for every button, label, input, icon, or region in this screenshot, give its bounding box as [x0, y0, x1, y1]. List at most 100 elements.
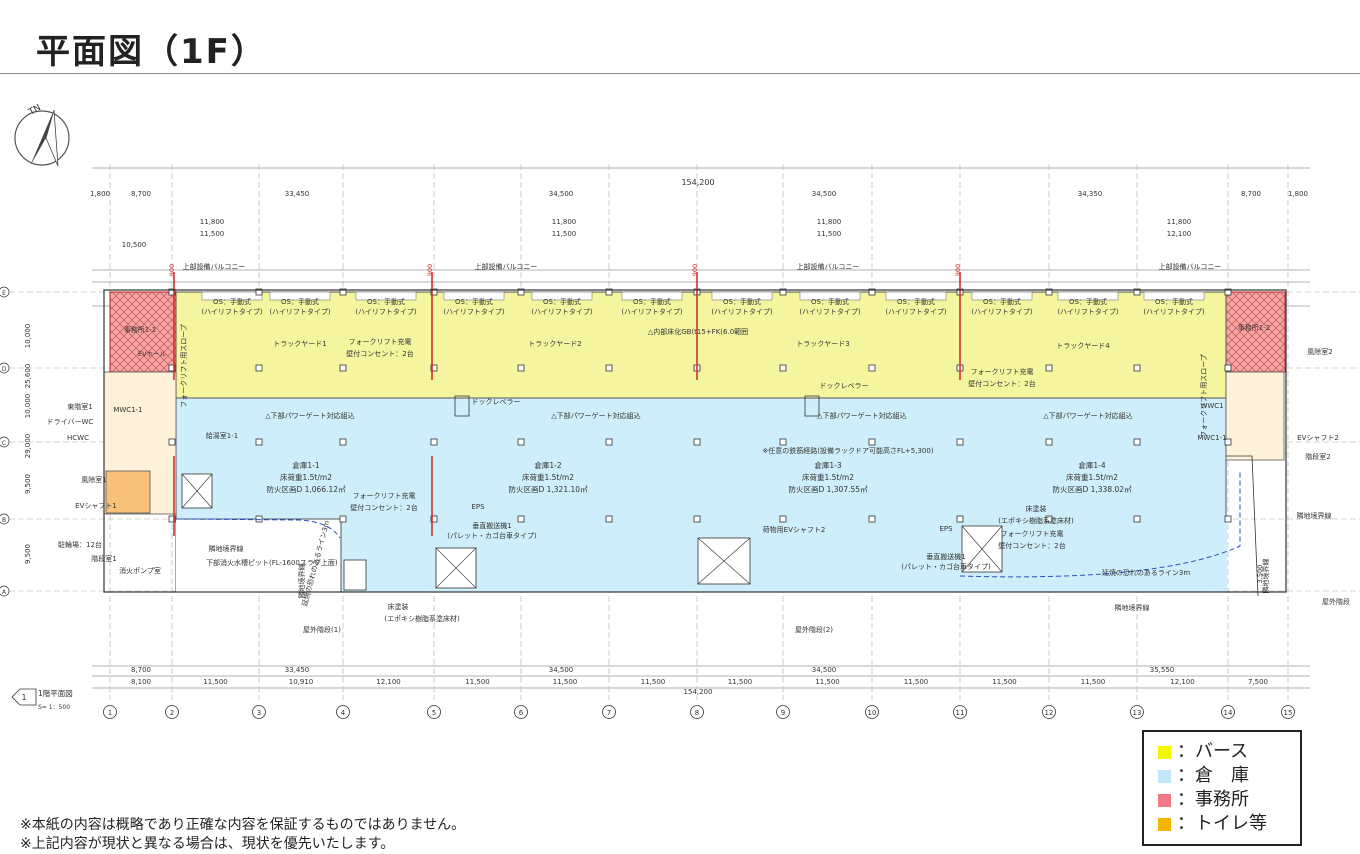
- warehouse-area: 防火区画D 1,066.12㎡: [266, 484, 346, 494]
- dim-bottom-2: 12,100: [1170, 678, 1195, 686]
- berth-sub: (ハイリフトタイプ): [443, 307, 505, 316]
- wall-dim: 900: [168, 264, 176, 276]
- driver-wc-label: ドライバーWC: [47, 418, 94, 426]
- berth-label: OS：手動式: [543, 297, 581, 306]
- power-gate-label: △下部パワーゲート対応組込: [1043, 411, 1132, 420]
- legend-item: ：トイレ等: [1158, 812, 1300, 836]
- berth-sub: (ハイリフトタイプ): [531, 307, 593, 316]
- floor-coat-label: 床塗装: [1026, 504, 1047, 513]
- berth-label: OS：手動式: [633, 297, 671, 306]
- column: [868, 364, 876, 372]
- grid-label: 3: [257, 709, 261, 717]
- outlet-label: 壁付コンセント：2台: [346, 349, 413, 358]
- forklift-slope-label: フォークリフト用スロープ: [180, 324, 188, 408]
- column: [339, 364, 347, 372]
- legend-item: ：倉 庫: [1158, 764, 1300, 788]
- dim-overall-top: 154,200: [681, 178, 714, 187]
- warehouse-load: 床荷重1.5t/m2: [522, 472, 574, 482]
- balcony-label: 上部設備バルコニー: [475, 262, 538, 271]
- outlet-label: 壁付コンセント：2台: [968, 379, 1035, 388]
- grid-label: 11: [956, 709, 965, 717]
- warehouse-name: 倉庫1-4: [1078, 460, 1105, 470]
- dim-bottom-2: 10,910: [289, 678, 314, 686]
- floor-coat-sub: (エポキシ樹脂系塗床材): [998, 516, 1074, 525]
- outer-stair-label: 屋外階段: [1322, 597, 1350, 606]
- row-label: D: [2, 366, 7, 373]
- office-2-label: 事務所1-2: [1238, 323, 1270, 332]
- dim-top: 33,450: [285, 190, 310, 198]
- column: [693, 515, 701, 523]
- boundary-label: 隣地境界線: [209, 544, 244, 553]
- warehouse-area: 防火区画D 1,321.10㎡: [508, 484, 588, 494]
- warehouse-load: 床荷重1.5t/m2: [1066, 472, 1118, 482]
- berth-sub: (ハイリフトタイプ): [885, 307, 947, 316]
- grid-label: 10: [868, 709, 877, 717]
- truck-yard-label: トラックヤード3: [796, 340, 849, 348]
- east-stair-label: 東階室1: [67, 402, 92, 411]
- ev-shaft-2-label: EVシャフト2: [1297, 434, 1339, 442]
- dim-bottom-2: 11,500: [815, 678, 840, 686]
- legend-label: ：バース: [1177, 741, 1249, 762]
- berth-sub: (ハイリフトタイプ): [621, 307, 683, 316]
- lift-sub-label: (パレット・カゴ台車タイプ): [447, 531, 537, 540]
- dim-bottom-2: 11,500: [992, 678, 1017, 686]
- dim-bay-inner: 11,500: [552, 230, 577, 238]
- dim-bay-inner: 11,500: [200, 230, 225, 238]
- berth-sub: (ハイリフトタイプ): [1057, 307, 1119, 316]
- column: [1045, 364, 1053, 372]
- column: [1133, 364, 1141, 372]
- dim-bottom-2: 11,500: [641, 678, 666, 686]
- floor-finish-label: △内部床化GB(t15+FK(6.0範囲: [648, 327, 748, 336]
- dim-top: 1,800: [90, 190, 110, 198]
- berth-sub: (ハイリフトタイプ): [269, 307, 331, 316]
- dim-bottom-2: 11,500: [904, 678, 929, 686]
- column: [517, 364, 525, 372]
- fire-pump-label: 消火ポンプ室: [119, 566, 161, 575]
- berth-label: OS：手動式: [1069, 297, 1107, 306]
- dim-left-side: 10,000: [24, 324, 32, 349]
- dim-bay: 11,800: [200, 218, 225, 226]
- berth-label: OS：手動式: [723, 297, 761, 306]
- warehouse-load: 床荷重1.5t/m2: [802, 472, 854, 482]
- dim-top: 8,700: [131, 190, 151, 198]
- note-1: ※本紙の内容は概略であり正確な内容を保証するものではありません。: [20, 817, 466, 833]
- outer-stair-2-label: 屋外階段(2): [795, 625, 833, 634]
- legend-label: ：倉 庫: [1177, 765, 1249, 786]
- wall-dim: 900: [954, 264, 962, 276]
- column: [1045, 438, 1053, 446]
- column: [1224, 515, 1232, 523]
- berth-label: OS：手動式: [455, 297, 493, 306]
- scale-tag-number: 1: [21, 693, 26, 702]
- outer-stair-1-label: 屋外階段(1): [303, 625, 341, 634]
- berth-sub: (ハイリフトタイプ): [201, 307, 263, 316]
- bicycle-label: 駐輪場：12台: [58, 540, 102, 549]
- berth-sub: (ハイリフトタイプ): [711, 307, 773, 316]
- dim-top: 34,500: [812, 190, 837, 198]
- grid-label: 2: [170, 709, 174, 717]
- column: [255, 515, 263, 523]
- office-1-label: 事務所1-1: [124, 325, 156, 334]
- dim-bottom-1: 35,550: [1150, 666, 1175, 674]
- grid-label: 8: [695, 709, 699, 717]
- scale-tag-scale: S= 1：500: [38, 704, 70, 711]
- truck-yard-label: トラックヤード1: [273, 340, 326, 348]
- title-divider: [0, 73, 1360, 74]
- pantry-label: 給湯室1-1: [206, 431, 238, 440]
- row-label: E: [2, 290, 6, 297]
- truck-yard-label: トラックヤード2: [528, 340, 581, 348]
- berth-label: OS：手動式: [897, 297, 935, 306]
- office-zone-right: [1224, 291, 1286, 373]
- wall-dim: 900: [691, 264, 699, 276]
- dim-bottom-1: 34,500: [812, 666, 837, 674]
- delay-line-label: 延焼の恐れのあるライン3m: [1102, 568, 1190, 577]
- grid-label: 6: [519, 709, 524, 717]
- dim-bottom-2: 11,500: [203, 678, 228, 686]
- berth-label: OS：手動式: [213, 297, 251, 306]
- legend-label: ：事務所: [1177, 789, 1249, 810]
- wall-dim: 900: [426, 264, 434, 276]
- mwc-label: MWC1-1: [113, 406, 142, 414]
- berth-sub: (ハイリフトタイプ): [799, 307, 861, 316]
- column: [339, 438, 347, 446]
- dim-bay: 11,800: [817, 218, 842, 226]
- grid-label: 5: [432, 709, 436, 717]
